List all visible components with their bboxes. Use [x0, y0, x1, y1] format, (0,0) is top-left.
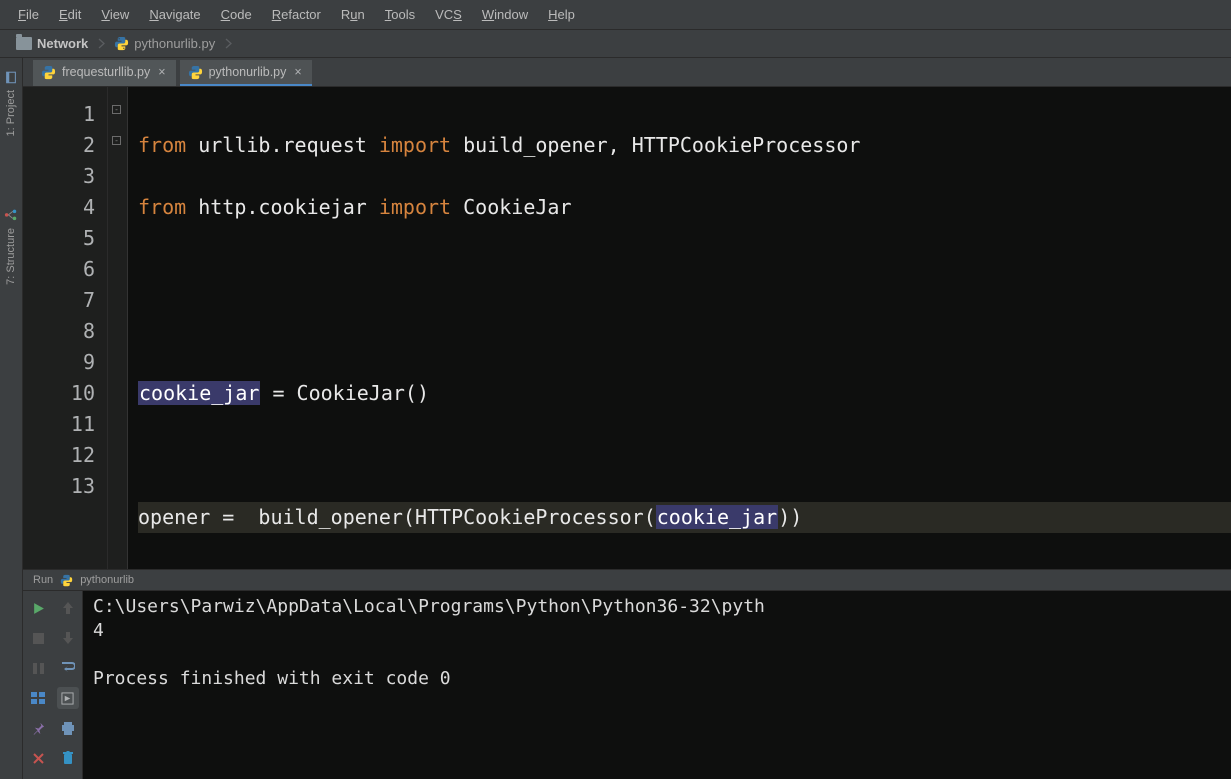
run-toolwindow: C:\Users\Parwiz\AppData\Local\Programs\P…: [23, 591, 1231, 779]
console-output[interactable]: C:\Users\Parwiz\AppData\Local\Programs\P…: [83, 591, 1231, 779]
python-file-icon: [188, 65, 203, 80]
scroll-to-end-button[interactable]: [57, 687, 79, 709]
crumb-file[interactable]: pythonurlib.py: [106, 34, 223, 53]
menu-file[interactable]: File: [8, 3, 49, 26]
fold-strip: - -: [108, 87, 128, 569]
soft-wrap-button[interactable]: [57, 657, 79, 679]
crumb-project[interactable]: Network: [8, 34, 96, 53]
menu-view[interactable]: View: [91, 3, 139, 26]
menu-navigate[interactable]: Navigate: [139, 3, 210, 26]
menu-run[interactable]: Run: [331, 3, 375, 26]
editor-column: frequesturllib.py × pythonurlib.py × 123…: [23, 58, 1231, 779]
run-tool-column-left: [23, 591, 53, 779]
pause-button[interactable]: [27, 657, 49, 679]
chevron-right-icon: [223, 34, 233, 54]
toolwindow-project-button[interactable]: 1: Project: [2, 64, 20, 142]
tab-label: pythonurlib.py: [209, 65, 287, 79]
run-label: Run: [33, 574, 53, 586]
menu-help[interactable]: Help: [538, 3, 585, 26]
code-area[interactable]: from urllib.request import build_opener,…: [128, 87, 1231, 569]
structure-icon: [4, 208, 18, 222]
menubar: File Edit View Navigate Code Refactor Ru…: [0, 0, 1231, 30]
down-button[interactable]: [57, 627, 79, 649]
run-config-label: pythonurlib: [80, 574, 134, 586]
code-editor[interactable]: 1234 5678 9101112 13 - - from urllib.req…: [23, 87, 1231, 569]
menu-code[interactable]: Code: [211, 3, 262, 26]
fold-marker-icon[interactable]: -: [112, 105, 121, 114]
folder-icon: [16, 37, 32, 50]
chevron-right-icon: [96, 34, 106, 54]
menu-vcs[interactable]: VCS: [425, 3, 472, 26]
rerun-button[interactable]: [27, 597, 49, 619]
tab-pythonurlib[interactable]: pythonurlib.py ×: [180, 60, 312, 86]
python-icon: [59, 573, 74, 588]
up-button[interactable]: [57, 597, 79, 619]
run-tool-column-right: [53, 591, 83, 779]
menu-tools[interactable]: Tools: [375, 3, 425, 26]
pin-button[interactable]: [27, 717, 49, 739]
project-icon: [4, 70, 18, 84]
stop-button[interactable]: [27, 627, 49, 649]
toolwindow-structure-button[interactable]: 7: Structure: [2, 202, 20, 291]
left-tool-strip: 1: Project 7: Structure: [0, 58, 23, 779]
python-file-icon: [41, 65, 56, 80]
fold-marker-icon[interactable]: -: [112, 136, 121, 145]
main-area: 1: Project 7: Structure frequesturllib.p…: [0, 58, 1231, 779]
tab-label: frequesturllib.py: [62, 65, 150, 79]
menu-window[interactable]: Window: [472, 3, 538, 26]
menu-edit[interactable]: Edit: [49, 3, 91, 26]
close-icon[interactable]: ×: [292, 65, 303, 79]
editor-tabs: frequesturllib.py × pythonurlib.py ×: [23, 58, 1231, 87]
crumb-file-label: pythonurlib.py: [134, 36, 215, 51]
python-file-icon: [114, 36, 129, 51]
print-button[interactable]: [57, 717, 79, 739]
crumb-project-label: Network: [37, 36, 88, 51]
menu-refactor[interactable]: Refactor: [262, 3, 331, 26]
layout-button[interactable]: [27, 687, 49, 709]
run-toolwindow-header[interactable]: Run pythonurlib: [23, 569, 1231, 591]
tab-frequesturllib[interactable]: frequesturllib.py ×: [33, 60, 176, 86]
breadcrumb: Network pythonurlib.py: [0, 30, 1231, 58]
line-gutter: 1234 5678 9101112 13: [23, 87, 108, 569]
clear-all-button[interactable]: [57, 747, 79, 769]
close-icon[interactable]: ×: [156, 65, 167, 79]
close-run-button[interactable]: [27, 747, 49, 769]
